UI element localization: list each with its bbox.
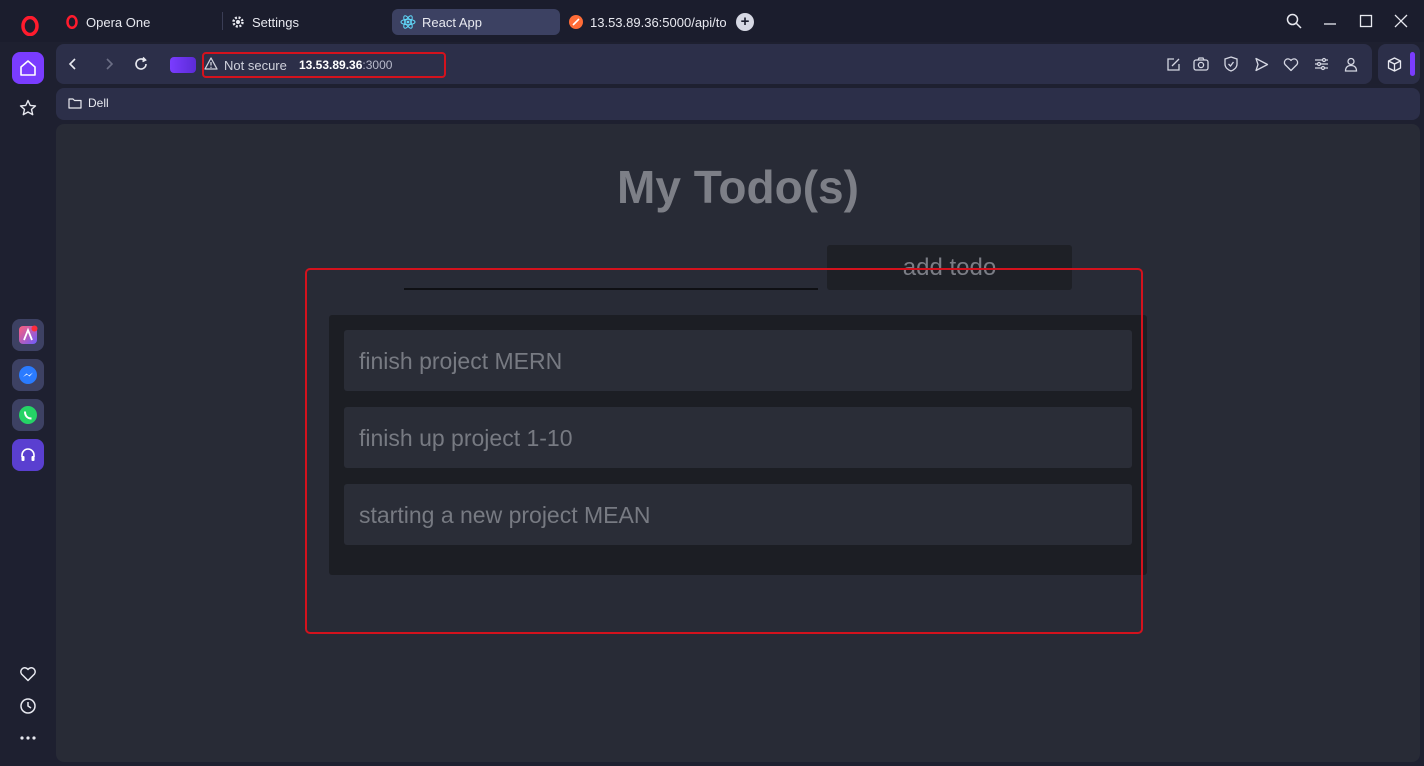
tab-strip: Opera One Settings React App 13.53.89.36… bbox=[0, 0, 1424, 42]
music-player-icon bbox=[21, 448, 35, 461]
send-button[interactable] bbox=[1252, 55, 1270, 73]
chevron-right-icon bbox=[106, 58, 114, 70]
tab-label: Settings bbox=[252, 14, 299, 30]
sidebar-item-history[interactable] bbox=[12, 690, 44, 722]
aria-icon bbox=[19, 325, 38, 344]
postman-icon bbox=[568, 14, 584, 30]
warning-icon[interactable] bbox=[204, 57, 218, 75]
heart-icon bbox=[1283, 57, 1299, 71]
star-icon bbox=[19, 99, 37, 116]
chevron-left-icon bbox=[68, 58, 76, 70]
sidebar-item-speed-dial[interactable] bbox=[12, 92, 44, 124]
bookmark-folder-dell[interactable]: Dell bbox=[68, 96, 109, 110]
gear-icon bbox=[230, 14, 246, 30]
history-icon bbox=[20, 698, 36, 714]
sidebar-item-messenger[interactable] bbox=[12, 359, 44, 391]
messenger-icon bbox=[19, 366, 37, 384]
sidebar-item-music-player[interactable] bbox=[12, 439, 44, 471]
whatsapp-icon bbox=[19, 406, 37, 424]
extension-accent-bar bbox=[1410, 52, 1415, 76]
address-bar: Not secure 13.53.89.36:3000 bbox=[56, 44, 1372, 84]
search-tabs-button[interactable] bbox=[1283, 10, 1305, 32]
sidebar-item-more[interactable] bbox=[12, 722, 44, 754]
tab-opera-one[interactable]: Opera One bbox=[56, 9, 216, 35]
sidebar-item-home[interactable] bbox=[12, 52, 44, 84]
camera-icon bbox=[1193, 57, 1209, 71]
vpn-badge[interactable] bbox=[170, 57, 196, 73]
sidebar bbox=[4, 42, 52, 762]
ad-blocker-button[interactable] bbox=[1222, 55, 1240, 73]
sidebar-item-favorites[interactable] bbox=[12, 658, 44, 690]
opera-logo-icon bbox=[21, 16, 39, 36]
security-status[interactable]: Not secure bbox=[224, 58, 287, 73]
send-icon bbox=[1254, 57, 1268, 71]
extensions-button[interactable] bbox=[1385, 55, 1403, 73]
more-icon bbox=[20, 736, 36, 740]
home-icon bbox=[20, 60, 36, 76]
tab-label: 13.53.89.36:5000/api/todo bbox=[590, 14, 726, 30]
maximize-icon bbox=[1359, 14, 1373, 28]
profile-button[interactable] bbox=[1342, 55, 1360, 73]
minimize-icon bbox=[1324, 23, 1336, 25]
minimize-button[interactable] bbox=[1319, 10, 1341, 32]
shield-icon bbox=[1224, 56, 1238, 72]
user-icon bbox=[1344, 57, 1358, 72]
edit-icon bbox=[1166, 57, 1180, 71]
search-icon bbox=[1286, 13, 1302, 29]
page-title: My Todo(s) bbox=[617, 161, 859, 213]
sidebar-item-aria[interactable] bbox=[12, 319, 44, 351]
opera-menu-button[interactable] bbox=[14, 10, 46, 42]
url-field[interactable]: 13.53.89.36:3000 bbox=[299, 58, 392, 72]
extensions-panel bbox=[1378, 44, 1420, 84]
cube-icon bbox=[1387, 56, 1401, 72]
tab-label: React App bbox=[422, 14, 482, 30]
maximize-button[interactable] bbox=[1355, 10, 1377, 32]
web-page: My Todo(s) add todo finish project MERN … bbox=[56, 124, 1420, 762]
reload-icon bbox=[135, 56, 147, 70]
close-button[interactable] bbox=[1390, 10, 1412, 32]
tab-settings[interactable]: Settings bbox=[222, 9, 386, 35]
tab-react-app[interactable]: React App bbox=[392, 9, 560, 35]
tab-label: Opera One bbox=[86, 14, 151, 30]
react-logo-icon bbox=[400, 14, 416, 30]
reload-button[interactable] bbox=[131, 54, 151, 74]
heart-icon bbox=[20, 667, 36, 682]
url-port: :3000 bbox=[362, 58, 393, 72]
snapshot-button[interactable] bbox=[1192, 55, 1210, 73]
bookmarks-bar: Dell bbox=[56, 88, 1420, 120]
back-button[interactable] bbox=[63, 54, 83, 74]
easy-setup-button[interactable] bbox=[1312, 55, 1330, 73]
close-icon bbox=[1394, 14, 1408, 28]
bookmark-label: Dell bbox=[88, 96, 109, 110]
forward-button[interactable] bbox=[99, 54, 119, 74]
tab-api-todo[interactable]: 13.53.89.36:5000/api/todo bbox=[560, 9, 726, 35]
new-tab-button[interactable]: + bbox=[736, 13, 754, 31]
list-highlight-frame bbox=[305, 268, 1143, 634]
sidebar-item-whatsapp[interactable] bbox=[12, 399, 44, 431]
folder-icon bbox=[68, 98, 82, 109]
sliders-icon bbox=[1314, 57, 1328, 71]
bookmark-heart-button[interactable] bbox=[1282, 55, 1300, 73]
url-host: 13.53.89.36 bbox=[299, 58, 363, 72]
easy-files-button[interactable] bbox=[1164, 55, 1182, 73]
opera-logo-icon bbox=[64, 14, 80, 30]
